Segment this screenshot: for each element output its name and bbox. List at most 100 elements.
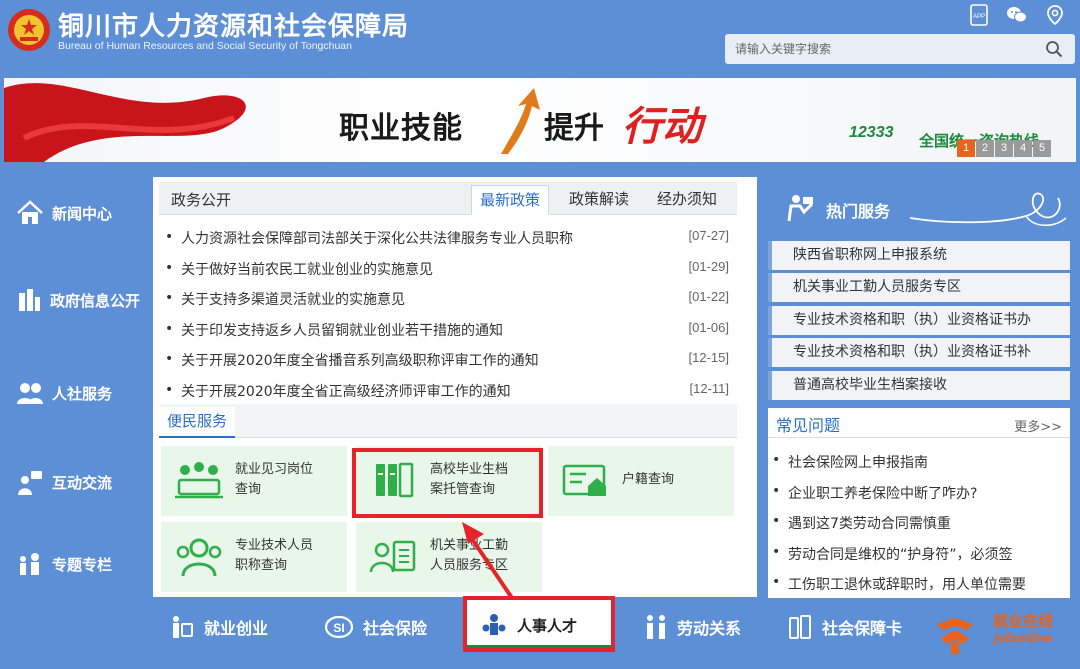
banner-text-improve: 提升 bbox=[544, 111, 604, 146]
nav-news-center[interactable]: 新闻中心 bbox=[16, 200, 112, 226]
banner-hotline: 12333 bbox=[849, 124, 894, 141]
card-household-query[interactable]: 户籍查询 bbox=[548, 446, 734, 516]
card-line: 职称查询 bbox=[235, 558, 288, 573]
faq-item[interactable]: • 社会保险网上申报指南 bbox=[772, 452, 1068, 483]
banner-text-action: 行动 bbox=[622, 103, 702, 150]
faq-text[interactable]: 企业职工养老保险中断了咋办? bbox=[788, 483, 977, 503]
right-panel: 热门服务 陕西省职称网上申报系统 机关事业工勤人员服务专区 专业技术资格和职（执… bbox=[767, 180, 1077, 598]
bottom-nav-label: 劳动关系 bbox=[677, 619, 742, 638]
ribbon-graphic bbox=[4, 83, 246, 162]
news-date: [12-15] bbox=[688, 350, 729, 365]
hot-services-title: 热门服务 bbox=[826, 202, 891, 221]
highlight-box-archive-card bbox=[352, 448, 543, 518]
hot-service-item[interactable]: 专业技术资格和职（执）业资格证书补 bbox=[768, 338, 1070, 368]
card-label: 专业技术人员 职称查询 bbox=[235, 536, 313, 576]
hot-service-item[interactable]: 机关事业工勤人员服务专区 bbox=[768, 273, 1070, 303]
faq-item[interactable]: • 企业职工养老保险中断了咋办? bbox=[772, 483, 1068, 514]
news-title[interactable]: 关于支持多渠道灵活就业的实施意见 bbox=[181, 289, 405, 309]
news-title[interactable]: 关于做好当前农民工就业创业的实施意见 bbox=[181, 259, 433, 279]
convenience-tab[interactable]: 便民服务 bbox=[159, 407, 236, 438]
app-label: APP bbox=[973, 14, 985, 20]
job-online-sub: jobonline bbox=[992, 630, 1052, 645]
card-internship-query[interactable]: 就业见习岗位 查询 bbox=[161, 446, 347, 516]
pager-4[interactable]: 4 bbox=[1014, 140, 1032, 157]
card-label: 就业见习岗位 查询 bbox=[235, 460, 313, 500]
red-pointer-arrow-icon bbox=[462, 522, 514, 600]
wechat-icon[interactable] bbox=[1006, 4, 1028, 26]
bottom-nav-social-insurance[interactable]: SI 社会保险 bbox=[325, 614, 427, 640]
bullet: • bbox=[772, 543, 781, 560]
news-date: [01-22] bbox=[688, 289, 729, 304]
building-icon bbox=[19, 289, 40, 311]
faq-item[interactable]: • 劳动合同是维权的“护身符”，必须签 bbox=[772, 544, 1068, 575]
card-line: 户籍查询 bbox=[622, 472, 675, 487]
search-input[interactable] bbox=[735, 39, 1025, 59]
nav-special-topics[interactable]: 专题专栏 bbox=[16, 551, 112, 577]
faq-text[interactable]: 社会保险网上申报指南 bbox=[788, 452, 928, 472]
site-header: 铜川市人力资源和社会保障局 Bureau of Human Resources … bbox=[0, 0, 1080, 78]
banner-pager: 1 2 3 4 5 bbox=[957, 140, 1052, 157]
location-icon[interactable] bbox=[1044, 4, 1066, 26]
hot-service-item[interactable]: 陕西省职称网上申报系统 bbox=[768, 241, 1070, 270]
faq-item[interactable]: • 遇到这7类劳动合同需慎重 bbox=[772, 513, 1068, 544]
news-date: [01-29] bbox=[688, 258, 729, 274]
group-icon bbox=[176, 538, 222, 577]
news-item[interactable]: • 关于开展2020年度全省播音系列高级职称评审工作的通知 [12-15] bbox=[165, 349, 731, 380]
nav-gov-info[interactable]: 政府信息公开 bbox=[16, 287, 140, 313]
news-item[interactable]: • 关于做好当前农民工就业创业的实施意见 [01-29] bbox=[165, 258, 731, 289]
hot-service-icon bbox=[787, 195, 814, 222]
nav-hr-services[interactable]: 人社服务 bbox=[16, 380, 112, 406]
news-title[interactable]: 关于开展2020年度全省播音系列高级职称评审工作的通知 bbox=[181, 350, 539, 370]
nav-news-center-label: 新闻中心 bbox=[52, 204, 113, 223]
news-item[interactable]: • 关于印发支持返乡人员留铜就业创业若干措施的通知 [01-06] bbox=[165, 319, 731, 350]
faq-title[interactable]: 常见问题 bbox=[776, 412, 840, 436]
tab-latest-policy[interactable]: 最新政策 bbox=[471, 185, 550, 215]
faq-header: 常见问题 更多>> bbox=[768, 408, 1070, 438]
bullet: • bbox=[772, 574, 781, 590]
bullet: • bbox=[772, 482, 781, 499]
news-date: [01-06] bbox=[688, 319, 729, 335]
news-item[interactable]: • 人力资源社会保障部司法部关于深化公共法律服务专业人员职称 [07-27] bbox=[165, 227, 731, 258]
bottom-nav-labor-relations[interactable]: 劳动关系 bbox=[645, 614, 741, 640]
people-icon bbox=[17, 383, 43, 404]
nav-interaction[interactable]: 互动交流 bbox=[16, 468, 112, 496]
job-icon bbox=[173, 616, 193, 638]
bottom-nav-social-security-card[interactable]: 社会保障卡 bbox=[788, 614, 902, 640]
search-box bbox=[725, 34, 1075, 64]
banner-carousel[interactable]: 职业技能 提升 行动 12333 全国统一咨询热线 bbox=[4, 78, 1076, 162]
news-date: [12-11] bbox=[689, 380, 729, 396]
news-item[interactable]: • 关于支持多渠道灵活就业的实施意见 [01-22] bbox=[165, 288, 731, 319]
nav-hr-services-label: 人社服务 bbox=[52, 384, 113, 403]
bottom-nav-employment[interactable]: 就业创业 bbox=[168, 614, 268, 640]
news-title[interactable]: 人力资源社会保障部司法部关于深化公共法律服务专业人员职称 bbox=[181, 228, 573, 248]
faq-text[interactable]: 遇到这7类劳动合同需慎重 bbox=[788, 513, 951, 533]
hot-service-item[interactable]: 普通高校毕业生档案接收 bbox=[768, 370, 1070, 400]
app-icon[interactable]: APP bbox=[968, 4, 990, 26]
news-list: • 人力资源社会保障部司法部关于深化公共法律服务专业人员职称 [07-27] • 关于… bbox=[165, 227, 731, 410]
search-icon[interactable] bbox=[1045, 40, 1063, 58]
pager-2[interactable]: 2 bbox=[976, 140, 994, 157]
bottom-nav-hr-talent[interactable]: 人事人才 bbox=[463, 596, 615, 652]
nav-gov-info-label: 政府信息公开 bbox=[50, 291, 141, 310]
faq-text[interactable]: 工伤职工退休或辞职时，用人单位需要 bbox=[788, 574, 1026, 594]
news-title[interactable]: 关于开展2020年度全省正高级经济师评审工作的通知 bbox=[181, 381, 511, 401]
pager-3[interactable]: 3 bbox=[995, 140, 1013, 157]
bullet: • bbox=[772, 513, 781, 529]
banner-text-skills: 职业技能 bbox=[339, 111, 463, 146]
faq-text[interactable]: 劳动合同是维权的“护身符”，必须签 bbox=[788, 544, 1013, 564]
news-title[interactable]: 关于印发支持返乡人员留铜就业创业若干措施的通知 bbox=[181, 320, 503, 340]
bullet: • bbox=[165, 259, 174, 276]
card-line: 就业见习岗位 bbox=[235, 462, 314, 477]
tab-procedure-notes[interactable]: 经办须知 bbox=[649, 185, 725, 215]
rising-arrow-graphic bbox=[501, 88, 540, 154]
faq-more-link[interactable]: 更多>> bbox=[1014, 416, 1062, 435]
faq-section: 常见问题 更多>> • 社会保险网上申报指南 • 企业职工养老保险中断了咋办? • 遇… bbox=[768, 408, 1070, 598]
hot-service-item[interactable]: 专业技术资格和职（执）业资格证书办 bbox=[768, 305, 1070, 335]
job-online-logo[interactable]: 就业在线 jobonline bbox=[935, 608, 1075, 658]
card-professional-title-query[interactable]: 专业技术人员 职称查询 bbox=[161, 522, 347, 592]
tab-policy-interpretation[interactable]: 政策解读 bbox=[561, 185, 637, 215]
job-online-title: 就业在线 bbox=[993, 612, 1053, 630]
hot-services-list: 陕西省职称网上申报系统 机关事业工勤人员服务专区 专业技术资格和职（执）业资格证… bbox=[768, 241, 1070, 403]
pager-1[interactable]: 1 bbox=[957, 140, 975, 157]
pager-5[interactable]: 5 bbox=[1033, 140, 1051, 157]
